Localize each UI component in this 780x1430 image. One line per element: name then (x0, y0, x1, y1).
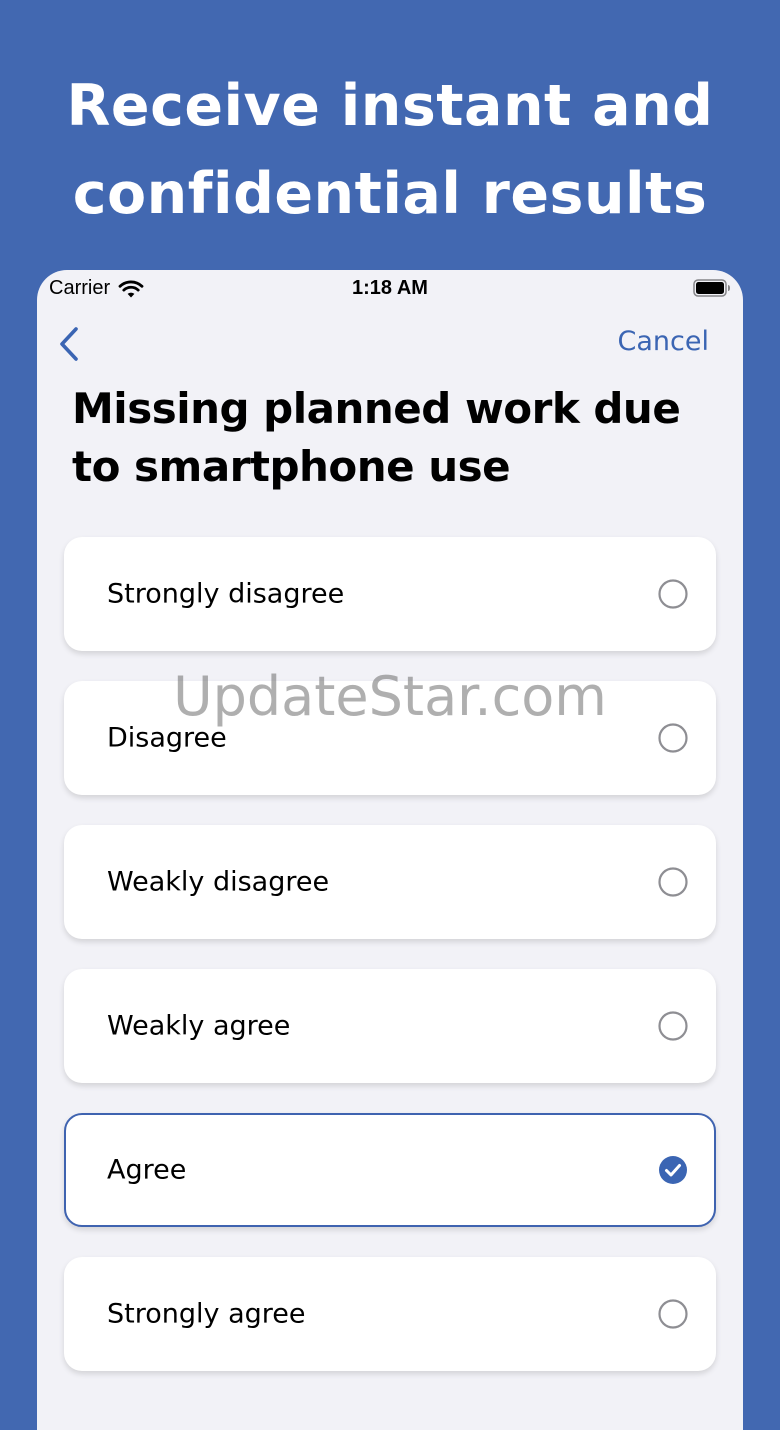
promo-headline-line-1: Receive instant and (66, 73, 714, 139)
radio-unchecked-icon (658, 1011, 688, 1041)
radio-unchecked-icon (658, 579, 688, 609)
promo-headline: Receive instant and confidential results (0, 62, 780, 238)
phone-screen: Carrier 1:18 AM Cancel Missing planned w… (37, 270, 743, 1430)
status-bar: Carrier 1:18 AM (37, 270, 743, 306)
answer-option[interactable]: Weakly disagree (64, 825, 716, 939)
promo-headline-line-2: confidential results (72, 161, 708, 227)
radio-unchecked-icon (658, 1299, 688, 1329)
answer-option-label: Weakly disagree (107, 866, 330, 898)
answer-option[interactable]: Strongly disagree (64, 537, 716, 651)
cancel-button[interactable]: Cancel (618, 326, 709, 357)
battery-icon (693, 279, 730, 297)
answer-option[interactable]: Disagree (64, 681, 716, 795)
answer-option-label: Weakly agree (107, 1010, 291, 1042)
back-button[interactable] (51, 324, 87, 364)
answer-option[interactable]: Agree (64, 1113, 716, 1227)
radio-unchecked-icon (658, 723, 688, 753)
answer-option-label: Agree (107, 1154, 187, 1186)
chevron-left-icon (60, 327, 78, 361)
radio-unchecked-icon (658, 867, 688, 897)
answer-option[interactable]: Strongly agree (64, 1257, 716, 1371)
radio-checked-icon (659, 1156, 687, 1184)
answer-option[interactable]: Weakly agree (64, 969, 716, 1083)
answer-options-list: Strongly disagree Disagree Weakly disagree… (64, 537, 716, 1401)
question-title: Missing planned work due to smartphone u… (72, 384, 681, 491)
answer-option-label: Strongly agree (107, 1298, 306, 1330)
answer-option-label: Strongly disagree (107, 578, 345, 610)
navigation-bar: Cancel (37, 320, 743, 366)
status-time: 1:18 AM (352, 277, 428, 299)
answer-option-label: Disagree (107, 722, 227, 754)
